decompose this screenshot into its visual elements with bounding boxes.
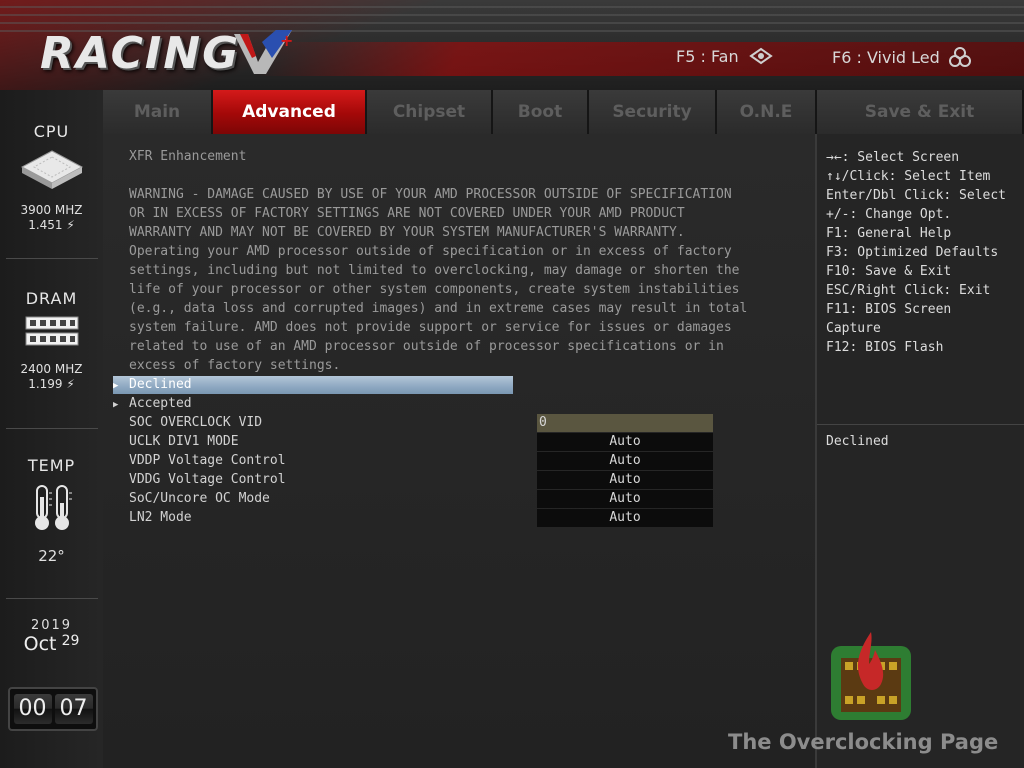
dram-voltage: 1.199 ⚡ [28, 377, 75, 391]
clock-display: 00 07 [8, 687, 98, 731]
clock-hours: 00 [13, 694, 52, 724]
cpu-frequency: 3900 MHZ [20, 203, 83, 217]
uclk-div1-mode-select[interactable]: Auto [537, 433, 713, 451]
racing-logo: RACING [40, 28, 241, 79]
header-bar: RACING + F5 : Fan F6 : Vivid Led [0, 0, 1024, 90]
tab-save-exit[interactable]: Save & Exit [817, 90, 1024, 134]
fan-icon [748, 47, 773, 65]
help-line: F1: General Help [826, 226, 952, 241]
setting-label-vddg-voltage: VDDG Voltage Control [129, 472, 286, 487]
tab-boot[interactable]: Boot [493, 90, 589, 134]
led-key-label: F6 : Vivid Led [832, 47, 940, 67]
tab-one[interactable]: O.N.E [717, 90, 817, 134]
tab-advanced[interactable]: Advanced [213, 90, 367, 134]
cpu-chip-icon [20, 150, 83, 189]
warning-line: system failure. AMD does not provide sup… [129, 320, 732, 335]
racing-v-logo-icon: + [234, 30, 293, 74]
warning-line: life of your processor or other system c… [129, 282, 740, 297]
help-line: ↑↓/Click: Select Item [826, 169, 991, 184]
help-line: →←: Select Screen [826, 150, 960, 165]
menu-tabs: Main Advanced Chipset Boot Security O.N.… [103, 90, 1024, 134]
soc-overclock-vid-input[interactable]: 0 [537, 414, 713, 432]
help-line: +/-: Change Opt. [826, 207, 952, 222]
thermometer-icon [34, 485, 72, 530]
date-display: 2019 Oct 29 [0, 618, 103, 655]
watermark: The Overclocking Page [728, 730, 999, 754]
cpu-voltage: 1.451 ⚡ [28, 218, 75, 232]
clock-minutes: 07 [54, 694, 93, 724]
triangle-right-icon: ▶ [113, 400, 119, 410]
warning-line: (e.g., data loss and corrupted images) a… [129, 301, 748, 316]
setting-label-ln2-mode: LN2 Mode [129, 510, 192, 525]
overclock-warning-text: WARNING - DAMAGE CAUSED BY USE OF YOUR A… [129, 185, 789, 375]
warning-line: WARRANTY AND MAY NOT BE COVERED BY YOUR … [129, 225, 685, 240]
date-day: 29 [61, 633, 80, 649]
cpu-status: CPU 3900 MHZ 1.451 ⚡ [0, 122, 103, 233]
temp-title: TEMP [27, 456, 76, 475]
tab-main[interactable]: Main [103, 90, 213, 134]
ln2-mode-select[interactable]: Auto [537, 509, 713, 527]
help-line: F12: BIOS Flash [826, 340, 944, 355]
vddp-voltage-select[interactable]: Auto [537, 452, 713, 470]
date-year: 2019 [30, 618, 73, 633]
dram-status: DRAM 2400 MHZ 1.199 ⚡ [0, 289, 103, 392]
triangle-right-icon: ▶ [113, 381, 119, 391]
setting-label-soc-overclock-vid: SOC OVERCLOCK VID [129, 415, 263, 430]
temp-value: 22° [38, 547, 65, 565]
svg-text:+: + [280, 31, 293, 50]
help-panel: →←: Select Screen ↑↓/Click: Select Item … [815, 134, 1024, 768]
option-accepted[interactable]: ▶ Accepted [113, 395, 513, 413]
status-sidebar: CPU 3900 MHZ 1.451 ⚡ DRAM 2400 MHZ 1.199… [0, 90, 104, 768]
vivid-led-button[interactable]: F6 : Vivid Led [832, 46, 972, 68]
setting-label-uclk-div1-mode: UCLK DIV1 MODE [129, 434, 239, 449]
vddg-voltage-select[interactable]: Auto [537, 471, 713, 489]
tab-security[interactable]: Security [589, 90, 717, 134]
overclocking-page-logo-icon [831, 632, 911, 720]
help-line: Enter/Dbl Click: Select [826, 188, 1007, 203]
warning-line: WARNING - DAMAGE CAUSED BY USE OF YOUR A… [129, 187, 732, 202]
help-line: F11: BIOS Screen [826, 302, 952, 317]
soc-uncore-oc-mode-select[interactable]: Auto [537, 490, 713, 508]
option-declined[interactable]: ▶ Declined [113, 376, 513, 394]
help-line: Capture [826, 321, 881, 336]
help-divider [817, 424, 1024, 425]
temperature-status: TEMP 22° [0, 456, 103, 564]
fan-control-button[interactable]: F5 : Fan [676, 46, 775, 66]
dram-frequency: 2400 MHZ [20, 362, 83, 376]
warning-line: OR IN EXCESS OF FACTORY SETTINGS ARE NOT… [129, 206, 685, 221]
option-label: Declined [129, 377, 192, 392]
item-description: Declined [826, 434, 889, 449]
date-month: Oct [23, 633, 57, 655]
warning-line: settings, including but not limited to o… [129, 263, 740, 278]
cpu-title: CPU [33, 122, 70, 141]
dram-title: DRAM [25, 289, 78, 308]
warning-line: Operating your AMD processor outside of … [129, 244, 732, 259]
setting-label-vddp-voltage: VDDP Voltage Control [129, 453, 286, 468]
help-line: F3: Optimized Defaults [826, 245, 999, 260]
settings-panel: XFR Enhancement WARNING - DAMAGE CAUSED … [103, 134, 815, 768]
option-label: Accepted [129, 396, 192, 411]
fan-key-label: F5 : Fan [676, 46, 739, 66]
tab-chipset[interactable]: Chipset [367, 90, 493, 134]
warning-line: excess of factory settings. [129, 358, 341, 373]
led-icon [948, 47, 971, 67]
help-line: F10: Save & Exit [826, 264, 952, 279]
dram-module-icon [25, 316, 78, 346]
page-heading: XFR Enhancement [129, 149, 247, 164]
warning-line: related to use of an AMD processor outsi… [129, 339, 724, 354]
setting-label-soc-uncore-oc-mode: SoC/Uncore OC Mode [129, 491, 270, 506]
help-line: ESC/Right Click: Exit [826, 283, 991, 298]
